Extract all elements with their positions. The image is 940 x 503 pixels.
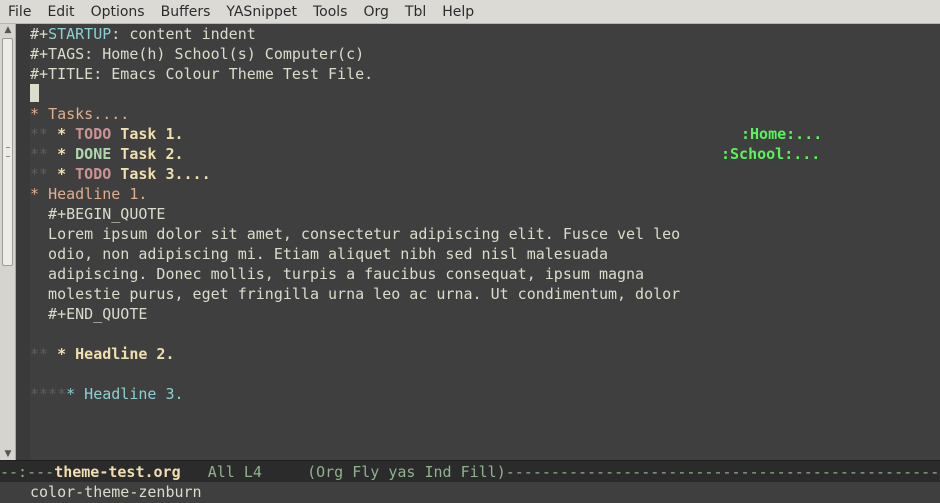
modeline-modes[interactable]: (Org Fly yas Ind Fill) [307, 463, 506, 481]
quote-line: Lorem ipsum dolor sit amet, consectetur … [30, 225, 681, 243]
menu-file[interactable]: File [0, 0, 39, 24]
modeline-position: All L4 [180, 463, 308, 481]
quote-end: #+END_QUOTE [30, 305, 148, 323]
startup-prefix: #+ [30, 25, 49, 43]
menu-tools[interactable]: Tools [305, 0, 356, 24]
headline-1-star: * [30, 185, 49, 203]
tasks-text: Tasks.... [48, 105, 130, 123]
scroll-up-arrow-icon[interactable]: ▲ [2, 24, 14, 36]
task-3-todo-keyword: TODO [75, 165, 112, 183]
menu-options[interactable]: Options [83, 0, 153, 24]
headline-1[interactable]: * Headline 1. [30, 184, 930, 204]
task-1-todo-keyword: TODO [75, 125, 112, 143]
headline-3-text: * Headline 3. [66, 385, 184, 403]
headline-1-text: Headline 1. [48, 185, 148, 203]
text-cursor [30, 84, 39, 102]
headline-2[interactable]: ** * Headline 2. [30, 344, 930, 364]
scroll-down-arrow-icon[interactable]: ▼ [2, 448, 14, 460]
tasks-heading[interactable]: * Tasks.... [30, 104, 930, 124]
task-1-tag: :Home:... [741, 125, 823, 143]
modeline-status: --:--- [0, 463, 55, 481]
quote-line: molestie purus, eget fringilla urna leo … [30, 285, 681, 303]
tags-line: #+TAGS: Home(h) School(s) Computer(c) [30, 45, 365, 63]
quote-line: adipiscing. Donec mollis, turpis a fauci… [30, 265, 645, 283]
scrollbar-thumb[interactable] [2, 38, 13, 266]
minibuffer-text: color-theme-zenburn [30, 483, 202, 501]
task-3-title: Task 3.... [111, 165, 211, 183]
menu-help[interactable]: Help [434, 0, 482, 24]
tasks-star: * [30, 105, 49, 123]
startup-keyword: STARTUP [48, 25, 112, 43]
menu-bar: File Edit Options Buffers YASnippet Tool… [0, 0, 940, 24]
task-2-tag: :School:... [721, 145, 821, 163]
task-3-star: * [48, 165, 76, 183]
mode-line: --:---theme-test.org All L4 (Org Fly yas… [0, 460, 940, 482]
task-1[interactable]: ** * TODO Task 1. :Home:... [30, 124, 930, 144]
task-1-leading-stars: ** [30, 125, 49, 143]
headline-3-leading-stars: **** [30, 385, 67, 403]
task-1-star: * [48, 125, 76, 143]
task-2-star: * [48, 145, 76, 163]
startup-value: : content indent [111, 25, 256, 43]
menu-org[interactable]: Org [355, 0, 396, 24]
headline-2-leading-stars: ** [30, 345, 49, 363]
modeline-filler: ----------------------------------------… [505, 463, 940, 481]
menu-tbl[interactable]: Tbl [397, 0, 434, 24]
task-2-done-keyword: DONE [75, 145, 112, 163]
task-1-title: Task 1. [111, 125, 184, 143]
editor-buffer[interactable]: #+STARTUP: content indent #+TAGS: Home(h… [30, 24, 930, 460]
menu-edit[interactable]: Edit [39, 0, 82, 24]
headline-3[interactable]: ***** Headline 3. [30, 384, 930, 404]
left-fringe [16, 24, 30, 460]
title-line: #+TITLE: Emacs Colour Theme Test File. [30, 65, 374, 83]
scrollbar-grip [6, 147, 10, 157]
menu-buffers[interactable]: Buffers [153, 0, 219, 24]
modeline-buffer-name[interactable]: theme-test.org [54, 463, 180, 481]
task-3[interactable]: ** * TODO Task 3.... [30, 164, 930, 184]
vertical-scrollbar[interactable]: ▲ ▼ [0, 24, 16, 460]
task-2-title: Task 2. [111, 145, 184, 163]
task-2-leading-stars: ** [30, 145, 49, 163]
task-2[interactable]: ** * DONE Task 2. :School:... [30, 144, 930, 164]
startup-line: #+STARTUP: content indent [30, 24, 930, 44]
quote-line: odio, non adipiscing mi. Etiam aliquet n… [30, 245, 608, 263]
menu-yasnippet[interactable]: YASnippet [218, 0, 305, 24]
cursor-line [30, 84, 930, 104]
headline-2-text: * Headline 2. [48, 345, 175, 363]
task-3-leading-stars: ** [30, 165, 49, 183]
quote-begin: #+BEGIN_QUOTE [30, 205, 166, 223]
minibuffer[interactable]: color-theme-zenburn [0, 482, 940, 503]
